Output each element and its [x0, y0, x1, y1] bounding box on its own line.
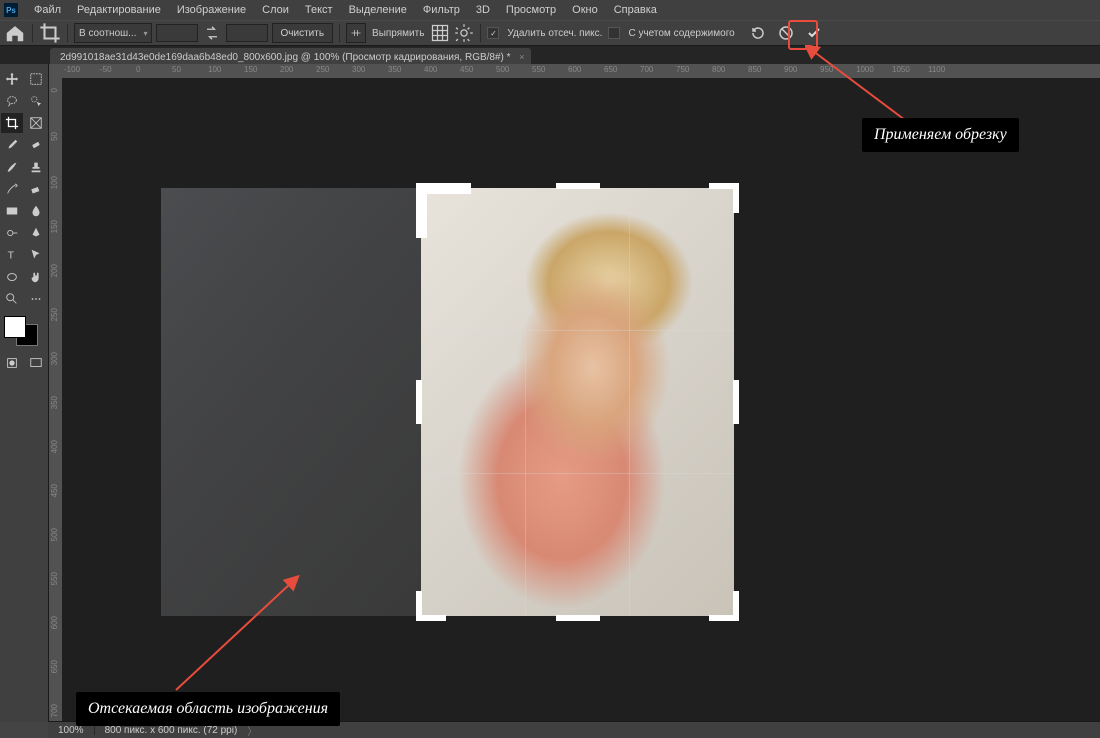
- reset-crop-button[interactable]: [747, 22, 769, 44]
- type-tool[interactable]: T: [1, 245, 23, 265]
- quick-mask-toggle[interactable]: [1, 353, 23, 373]
- close-tab-icon[interactable]: ×: [519, 52, 524, 62]
- frame-tool[interactable]: [25, 113, 47, 133]
- canvas[interactable]: [62, 78, 1100, 722]
- gradient-tool[interactable]: [1, 201, 23, 221]
- options-bar: В соотнош... Очистить Выпрямить Удалить …: [0, 20, 1100, 46]
- crop-region[interactable]: [421, 188, 734, 616]
- delete-pixels-label: Удалить отсеч. пикс.: [505, 24, 604, 42]
- screen-mode-toggle[interactable]: [25, 353, 47, 373]
- app-logo: Ps: [4, 3, 18, 17]
- marquee-tool[interactable]: [25, 69, 47, 89]
- apply-crop-button[interactable]: [803, 22, 825, 44]
- healing-tool[interactable]: [25, 135, 47, 155]
- image: [161, 188, 734, 616]
- home-button[interactable]: [4, 24, 26, 42]
- foreground-color[interactable]: [4, 316, 26, 338]
- toolbox: T: [0, 64, 49, 722]
- crop-handle-left[interactable]: [416, 380, 422, 424]
- overlay-grid-icon[interactable]: [430, 23, 450, 43]
- separator: [480, 24, 481, 42]
- menu-text[interactable]: Текст: [297, 1, 341, 19]
- straighten-label: Выпрямить: [370, 24, 426, 42]
- menu-edit[interactable]: Редактирование: [69, 1, 169, 19]
- vertical-ruler[interactable]: 0501001502002503003504004505005506006507…: [48, 78, 63, 722]
- eyedropper-tool[interactable]: [1, 135, 23, 155]
- annotation-apply-tip: Применяем обрезку: [862, 118, 1019, 152]
- separator: [339, 24, 340, 42]
- eraser-tool[interactable]: [25, 179, 47, 199]
- crop-handle-bottom[interactable]: [556, 615, 600, 621]
- content-aware-label: С учетом содержимого: [626, 24, 736, 42]
- document-info[interactable]: 800 пикс. x 600 пикс. (72 ppi): [105, 725, 238, 736]
- crop-grid-overlay: [421, 188, 734, 616]
- menu-window[interactable]: Окно: [564, 1, 606, 19]
- cropped-out-area: [161, 188, 421, 616]
- blur-tool[interactable]: [25, 201, 47, 221]
- menu-file[interactable]: Файл: [26, 1, 69, 19]
- menu-layers[interactable]: Слои: [254, 1, 297, 19]
- dodge-tool[interactable]: [1, 223, 23, 243]
- quick-select-tool[interactable]: [25, 91, 47, 111]
- gear-icon[interactable]: [454, 23, 474, 43]
- zoom-level[interactable]: 100%: [58, 725, 84, 736]
- menu-image[interactable]: Изображение: [169, 1, 254, 19]
- pen-tool[interactable]: [25, 223, 47, 243]
- move-tool[interactable]: [1, 69, 23, 89]
- horizontal-ruler[interactable]: -100-50050100150200250300350400450500550…: [48, 64, 1100, 79]
- separator: [67, 24, 68, 42]
- history-brush-tool[interactable]: [1, 179, 23, 199]
- menu-bar: Ps Файл Редактирование Изображение Слои …: [0, 0, 1100, 20]
- crop-handle-top[interactable]: [556, 183, 600, 189]
- width-input[interactable]: [156, 24, 198, 42]
- cancel-crop-button[interactable]: [775, 22, 797, 44]
- color-swatches[interactable]: [4, 316, 38, 346]
- shape-tool[interactable]: [1, 267, 23, 287]
- separator: [32, 24, 33, 42]
- brush-tool[interactable]: [1, 157, 23, 177]
- content-aware-checkbox[interactable]: [608, 27, 620, 39]
- menu-help[interactable]: Справка: [606, 1, 665, 19]
- clear-button[interactable]: Очистить: [272, 23, 334, 43]
- zoom-tool[interactable]: [1, 289, 23, 309]
- ratio-select[interactable]: В соотнош...: [74, 23, 152, 43]
- path-select-tool[interactable]: [25, 245, 47, 265]
- height-input[interactable]: [226, 24, 268, 42]
- menu-view[interactable]: Просмотр: [498, 1, 564, 19]
- stamp-tool[interactable]: [25, 157, 47, 177]
- menu-select[interactable]: Выделение: [341, 1, 415, 19]
- svg-text:T: T: [8, 250, 15, 262]
- straighten-icon[interactable]: [346, 23, 366, 43]
- menu-3d[interactable]: 3D: [468, 1, 498, 19]
- crop-tool[interactable]: [1, 113, 23, 133]
- menu-filter[interactable]: Фильтр: [415, 1, 468, 19]
- crop-handle-right[interactable]: [733, 380, 739, 424]
- crop-tool-icon[interactable]: [39, 24, 61, 42]
- swap-icon[interactable]: [202, 23, 222, 43]
- document-tab-title: 2d991018ae31d43e0de169daa6b48ed0_800x600…: [60, 52, 511, 63]
- delete-pixels-checkbox[interactable]: [487, 27, 499, 39]
- lasso-tool[interactable]: [1, 91, 23, 111]
- annotation-cropped-tip: Отсекаемая область изображения: [76, 692, 340, 726]
- edit-toolbar[interactable]: [25, 289, 47, 309]
- hand-tool[interactable]: [25, 267, 47, 287]
